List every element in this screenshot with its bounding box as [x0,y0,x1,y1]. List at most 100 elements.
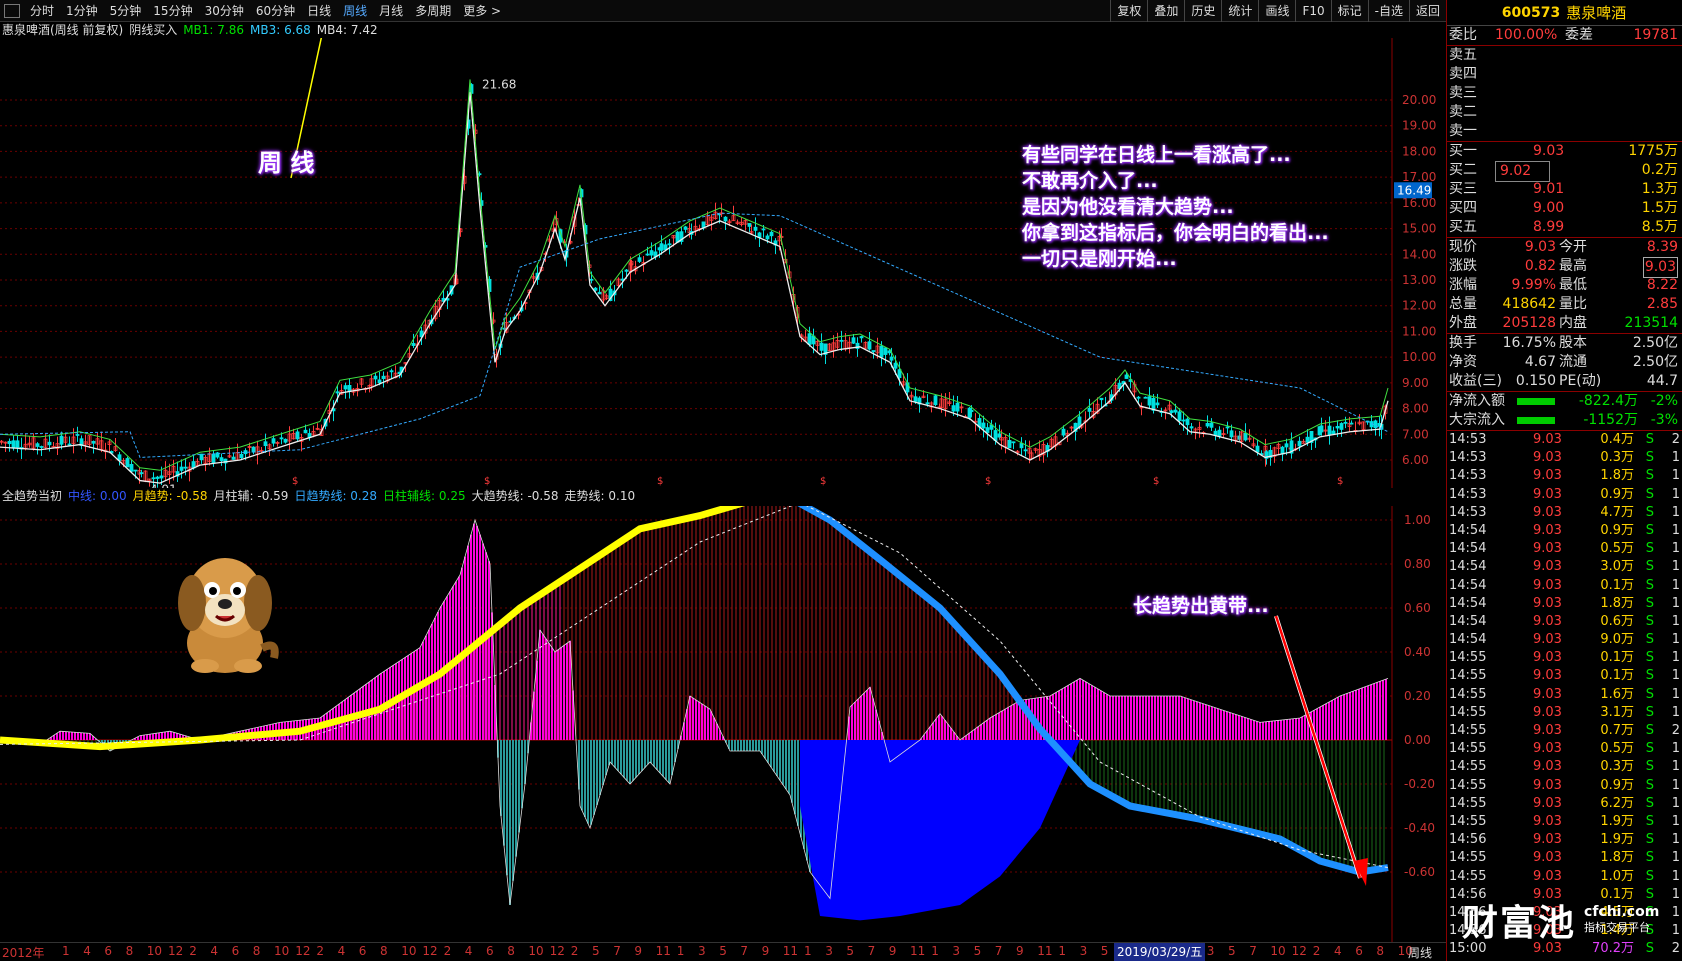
period-tab[interactable]: 周线 [337,0,373,22]
tick-price: 9.03 [1533,868,1562,884]
period-tab[interactable]: 30分钟 [199,0,250,22]
tick-row: 14:54 9.03 0.5万 S 1 [1447,540,1682,558]
red-arrow [1274,615,1362,879]
indicator-name[interactable]: 阴线买入 [129,22,177,38]
tick-price: 9.03 [1533,650,1562,666]
tick-volume: 0.1万 [1600,650,1634,666]
price-tick-label: 7.00 [1402,427,1429,441]
price-tick-label: 14.00 [1402,247,1436,261]
price-tick-label: 20.00 [1402,93,1436,107]
function-tab[interactable]: 历史 [1184,0,1221,22]
tick-side: S [1645,813,1654,829]
tick-count: 1 [1671,595,1680,611]
tick-count: 1 [1671,522,1680,538]
tick-side: S [1645,595,1654,611]
candle-body [125,458,130,468]
period-tab[interactable]: 日线 [301,0,337,22]
period-tab[interactable]: 多周期 [409,0,457,22]
candle-body [251,446,256,453]
period-tab[interactable]: 分时 [24,0,60,22]
tick-count: 2 [1671,723,1680,738]
sub-tick-label: 0.40 [1404,645,1431,659]
period-tab[interactable]: 更多 > [457,0,507,22]
candle-body [859,336,864,339]
function-tab[interactable]: -自选 [1367,0,1409,22]
share-stat-value: 4.67 [1524,354,1556,370]
candle-body [1373,420,1378,429]
function-tab[interactable]: 返回 [1408,0,1446,22]
weibi-value: 100.00% [1495,27,1558,43]
function-tab[interactable]: 叠加 [1147,0,1184,22]
buy-price: 9.01 [1533,181,1565,197]
candle-body [303,429,308,434]
sell-order-row: 卖五 [1447,46,1682,65]
main-chart-title: 惠泉啤酒(周线 前复权) [2,23,124,37]
function-tab[interactable]: F10 [1295,0,1330,22]
candle-body [211,453,216,463]
month-label: 12 [295,944,311,958]
candle-body [1177,411,1182,421]
period-label[interactable]: 周线 [1408,944,1432,961]
function-tab[interactable]: 复权 [1110,0,1147,22]
tick-time: 14:55 [1449,777,1487,793]
month-label: 1 [676,944,685,958]
tick-time: 14:53 [1449,432,1487,447]
tick-price: 9.03 [1533,832,1562,848]
candle-body [411,343,416,346]
main-chart-info: 惠泉啤酒(周线 前复权) 阴线买入 MB1: 7.86 MB3: 6.68 MB… [2,22,378,38]
month-label: 1 [804,944,812,958]
share-stat-label: 收益(三) [1449,373,1502,389]
tick-row: 14:55 9.03 0.3万 S 1 [1447,758,1682,776]
period-tab[interactable]: 1分钟 [60,0,104,22]
stat-label: 现价 [1449,239,1477,255]
tick-volume: 9.0万 [1600,632,1634,648]
tick-volume: 1.8万 [1600,850,1634,866]
tick-count: 1 [1671,741,1680,757]
month-label: 2 [316,944,325,958]
sub-indicator-value: 中线: 0.00 [68,489,127,503]
menu-button[interactable] [4,3,20,18]
tick-price: 9.03 [1533,632,1562,648]
mb1-value: MB1: 7.86 [183,23,244,37]
buy-volume: 1.3万 [1641,181,1678,197]
sell-level-label: 卖五 [1449,47,1477,63]
candle-body [1099,397,1104,401]
period-tab[interactable]: 5分钟 [104,0,148,22]
stat-row: 现价 9.03 今开 8.39 [1447,238,1682,257]
period-tab[interactable]: 月线 [373,0,409,22]
candle-body [753,226,758,231]
watermark-slogan: 指标交易平台 [1584,921,1651,934]
tick-row: 14:53 9.03 0.9万 S 1 [1447,486,1682,504]
tick-time: 14:55 [1449,868,1487,884]
candle-body [1181,419,1186,422]
period-tab[interactable]: 15分钟 [147,0,198,22]
stat-value: 0.82 [1524,258,1556,274]
month-label: 4 [464,944,473,958]
candle-body [1087,407,1092,412]
tick-time: 14:54 [1449,577,1487,593]
tick-price: 9.03 [1533,813,1562,829]
main-price-chart[interactable]: 20.0019.0018.0017.0016.0015.0014.0013.00… [0,38,1446,488]
tick-side: S [1645,650,1654,666]
candle-body [867,341,872,350]
tick-time: 14:54 [1449,522,1487,538]
buy-price: 9.03 [1533,143,1565,159]
tick-count: 1 [1671,486,1680,502]
tick-volume: 0.9万 [1600,777,1634,793]
candle-body [1243,432,1248,441]
candle-body [769,231,774,237]
function-tab[interactable]: 统计 [1221,0,1258,22]
tick-count: 1 [1671,868,1680,884]
function-tab[interactable]: 画线 [1258,0,1295,22]
function-tab[interactable]: 标记 [1330,0,1368,22]
month-label: 4 [83,944,91,958]
tick-volume: 0.6万 [1600,613,1634,629]
sub-chart-title: 全趋势当初 [2,489,63,503]
candle-body [1023,449,1028,452]
sub-tick-label: -0.20 [1404,777,1435,791]
tick-count: 1 [1671,668,1680,684]
tick-list[interactable]: 14:53 9.03 0.4万 S 2 14:53 9.03 0.3万 S 1 14:53 9.03 1… [1447,431,1682,958]
month-label: 12 [168,944,184,958]
period-tab[interactable]: 60分钟 [250,0,301,22]
sell-level-label: 卖一 [1449,123,1477,139]
